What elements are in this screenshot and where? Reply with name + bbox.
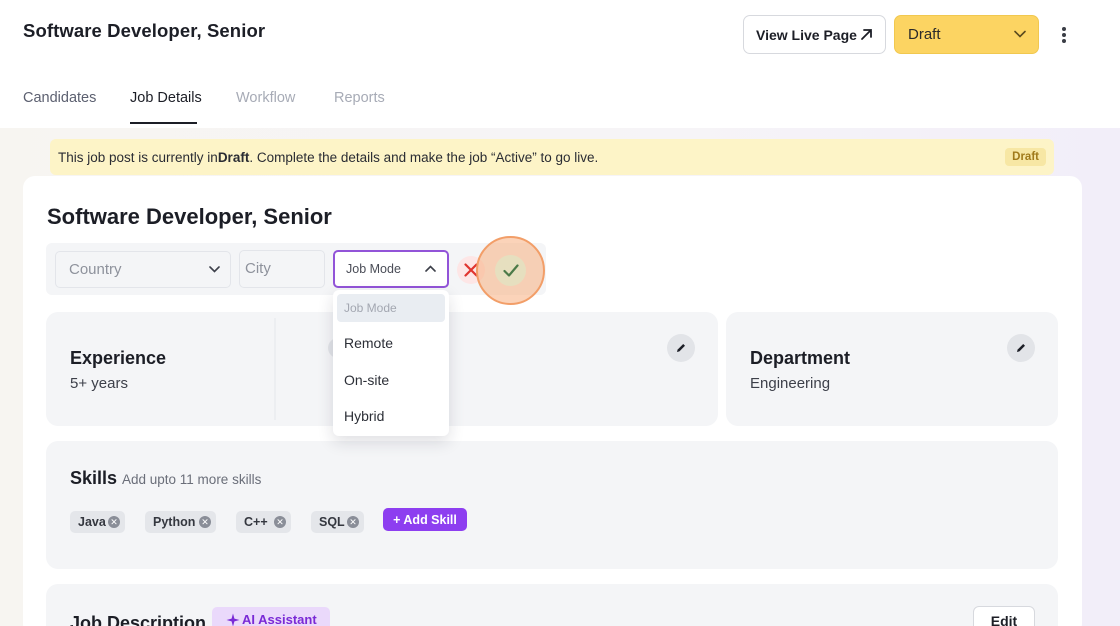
page-title: Software Developer, Senior bbox=[23, 20, 266, 41]
add-skill-button[interactable]: + Add Skill bbox=[383, 508, 467, 531]
experience-label: Experience bbox=[70, 348, 167, 368]
job-title-heading: Software Developer, Senior bbox=[47, 204, 332, 229]
remove-skill-icon[interactable]: ✕ bbox=[199, 516, 211, 528]
skills-title: Skills bbox=[70, 468, 118, 488]
job-mode-value: Job Mode bbox=[346, 262, 401, 276]
skill-chip-label: SQL bbox=[319, 515, 345, 529]
edit-salary-button[interactable] bbox=[667, 334, 695, 362]
job-mode-option-hybrid[interactable]: Hybrid bbox=[333, 408, 449, 424]
card-divider bbox=[274, 318, 276, 420]
skill-chip: SQL ✕ bbox=[311, 511, 364, 533]
skill-chip: Java ✕ bbox=[70, 511, 125, 533]
edit-description-button[interactable]: Edit bbox=[973, 606, 1035, 626]
ai-assistant-label: AI Assistant bbox=[242, 612, 317, 626]
job-mode-select[interactable]: Job Mode bbox=[333, 250, 449, 288]
job-status-select[interactable]: Draft bbox=[894, 15, 1039, 54]
department-label: Department bbox=[750, 348, 851, 368]
tab-candidates[interactable]: Candidates bbox=[23, 90, 96, 124]
department-card bbox=[726, 312, 1058, 426]
remove-skill-icon[interactable]: ✕ bbox=[274, 516, 286, 528]
job-mode-dropdown: Job Mode Remote On-site Hybrid bbox=[333, 290, 449, 436]
tab-reports[interactable]: Reports bbox=[334, 90, 385, 124]
job-description-title: Job Description bbox=[70, 613, 207, 626]
sparkle-icon bbox=[226, 613, 240, 626]
more-vertical-icon[interactable] bbox=[1056, 24, 1072, 46]
draft-notice-banner: This job post is currently in Draft. Com… bbox=[50, 139, 1054, 175]
check-icon bbox=[502, 264, 519, 277]
skill-chip-label: C++ bbox=[244, 515, 268, 529]
skills-card bbox=[46, 441, 1058, 569]
banner-text-before: This job post is currently in bbox=[58, 149, 218, 165]
page-header: Software Developer, Senior View Live Pag… bbox=[0, 0, 1120, 128]
job-mode-option-onsite[interactable]: On-site bbox=[333, 372, 449, 388]
remove-skill-icon[interactable]: ✕ bbox=[347, 516, 359, 528]
banner-status-word: Draft bbox=[217, 149, 250, 165]
tab-workflow[interactable]: Workflow bbox=[236, 90, 295, 124]
confirm-location-button[interactable] bbox=[495, 255, 526, 286]
draft-status-badge: Draft bbox=[1005, 148, 1046, 166]
job-mode-option-remote[interactable]: Remote bbox=[333, 335, 449, 351]
pencil-icon bbox=[1017, 344, 1025, 352]
arrow-up-right-icon bbox=[861, 29, 872, 40]
edit-department-button[interactable] bbox=[1007, 334, 1035, 362]
skill-chip-label: Java bbox=[78, 515, 106, 529]
department-value: Engineering bbox=[750, 375, 831, 392]
skill-chip: Python ✕ bbox=[145, 511, 216, 533]
view-live-page-label: View Live Page bbox=[756, 26, 857, 43]
chevron-down-icon bbox=[209, 266, 220, 273]
skill-chip-label: Python bbox=[153, 515, 196, 529]
city-placeholder: City bbox=[245, 260, 271, 277]
job-mode-option-placeholder[interactable]: Job Mode bbox=[337, 294, 445, 322]
experience-value: 5+ years bbox=[70, 375, 128, 392]
chevron-up-icon bbox=[425, 265, 436, 272]
view-live-page-button[interactable]: View Live Page bbox=[743, 15, 886, 54]
city-input[interactable]: City bbox=[239, 250, 325, 288]
ai-assistant-button[interactable]: AI Assistant bbox=[212, 607, 330, 626]
skills-hint: Add upto 11 more skills bbox=[122, 472, 262, 487]
country-select[interactable]: Country bbox=[55, 251, 231, 288]
remove-skill-icon[interactable]: ✕ bbox=[108, 516, 120, 528]
pencil-icon bbox=[677, 344, 685, 352]
skill-chip: C++ ✕ bbox=[236, 511, 291, 533]
tab-job-details[interactable]: Job Details bbox=[130, 90, 202, 124]
job-status-value: Draft bbox=[908, 26, 941, 43]
country-placeholder: Country bbox=[69, 261, 122, 278]
chevron-down-icon bbox=[1014, 30, 1026, 38]
banner-text-after: . Complete the details and make the job … bbox=[249, 149, 599, 165]
